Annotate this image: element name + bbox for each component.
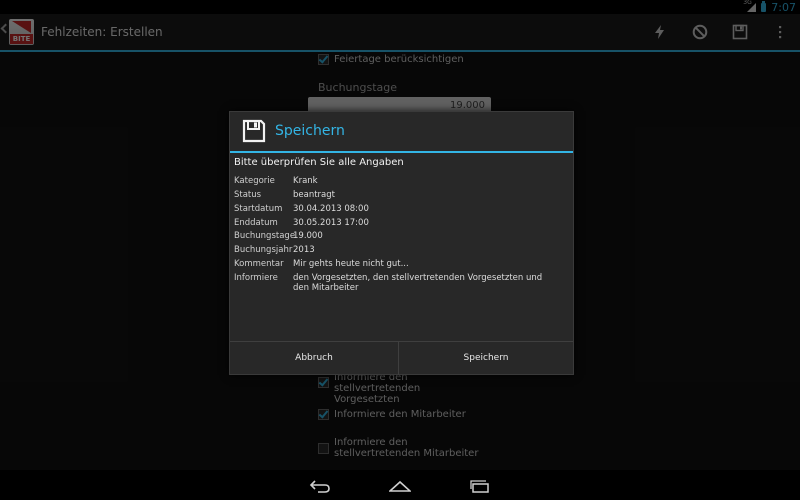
dialog-subtitle: Bitte überprüfen Sie alle Angaben — [234, 157, 404, 168]
dialog-header: Speichern — [230, 112, 573, 153]
summary-key: Kommentar — [234, 259, 284, 269]
summary-value: beantragt — [293, 190, 335, 200]
action-bar: BITE Fehlzeiten: Erstellen — [0, 14, 800, 52]
overflow-menu-icon[interactable] — [772, 24, 788, 40]
inform-deputy-label: Informiere den stellvertretenden Vorgese… — [334, 372, 421, 405]
dialog-title: Speichern — [275, 123, 345, 139]
holidays-checkbox[interactable] — [318, 54, 329, 65]
inform-employee-label: Informiere den Mitarbeiter — [334, 409, 466, 420]
app-logo-text: BITE — [10, 34, 33, 44]
summary-key: Buchungsjahr — [234, 245, 293, 255]
inform-employee-checkbox[interactable] — [318, 409, 329, 420]
holidays-label: Feiertage berücksichtigen — [334, 54, 464, 65]
summary-key: Status — [234, 190, 262, 200]
navigation-bar — [0, 470, 800, 500]
summary-value: den Vorgesetzten, den stellvertretenden … — [293, 273, 543, 293]
flash-icon[interactable] — [652, 24, 668, 40]
back-icon[interactable] — [309, 478, 331, 493]
summary-key: Kategorie — [234, 176, 275, 186]
summary-value: Krank — [293, 176, 318, 186]
home-icon[interactable] — [387, 478, 413, 492]
summary-key: Informiere — [234, 273, 278, 283]
status-bar: 3G 7:07 — [0, 0, 800, 14]
save-icon[interactable] — [732, 24, 748, 40]
recent-apps-icon[interactable] — [469, 478, 491, 493]
save-button[interactable]: Speichern — [399, 342, 573, 375]
summary-key: Enddatum — [234, 218, 278, 228]
block-icon[interactable] — [692, 24, 708, 40]
summary-value: 2013 — [293, 245, 315, 255]
inform-deputy-employee-label: Informiere den stellvertretenden Mitarbe… — [334, 437, 479, 459]
screen-title: Fehlzeiten: Erstellen — [41, 25, 163, 39]
status-clock: 7:07 — [771, 0, 796, 14]
summary-key: Buchungstage — [234, 231, 296, 241]
signal-icon: 3G — [743, 0, 757, 12]
summary-value: 30.04.2013 08:00 — [293, 204, 369, 214]
floppy-disk-icon — [242, 119, 266, 143]
summary-value: 19.000 — [293, 231, 323, 241]
save-dialog: Speichern Bitte überprüfen Sie alle Anga… — [229, 111, 574, 375]
battery-icon — [761, 0, 767, 12]
status-indicators: 3G 7:07 — [743, 0, 796, 14]
summary-value: Mir gehts heute nicht gut... — [293, 259, 409, 269]
android-screen: 3G 7:07 BITE Fehlzeiten: Erstellen Feier… — [0, 0, 800, 500]
booking-days-header: Buchungstage — [318, 81, 397, 94]
inform-deputy-employee-checkbox[interactable] — [318, 443, 329, 454]
dialog-button-bar: Abbruch Speichern — [230, 341, 573, 375]
cancel-button[interactable]: Abbruch — [230, 342, 398, 375]
app-logo[interactable]: BITE — [9, 19, 34, 45]
summary-value: 30.05.2013 17:00 — [293, 218, 369, 228]
summary-key: Startdatum — [234, 204, 283, 214]
inform-deputy-checkbox[interactable] — [318, 377, 329, 388]
